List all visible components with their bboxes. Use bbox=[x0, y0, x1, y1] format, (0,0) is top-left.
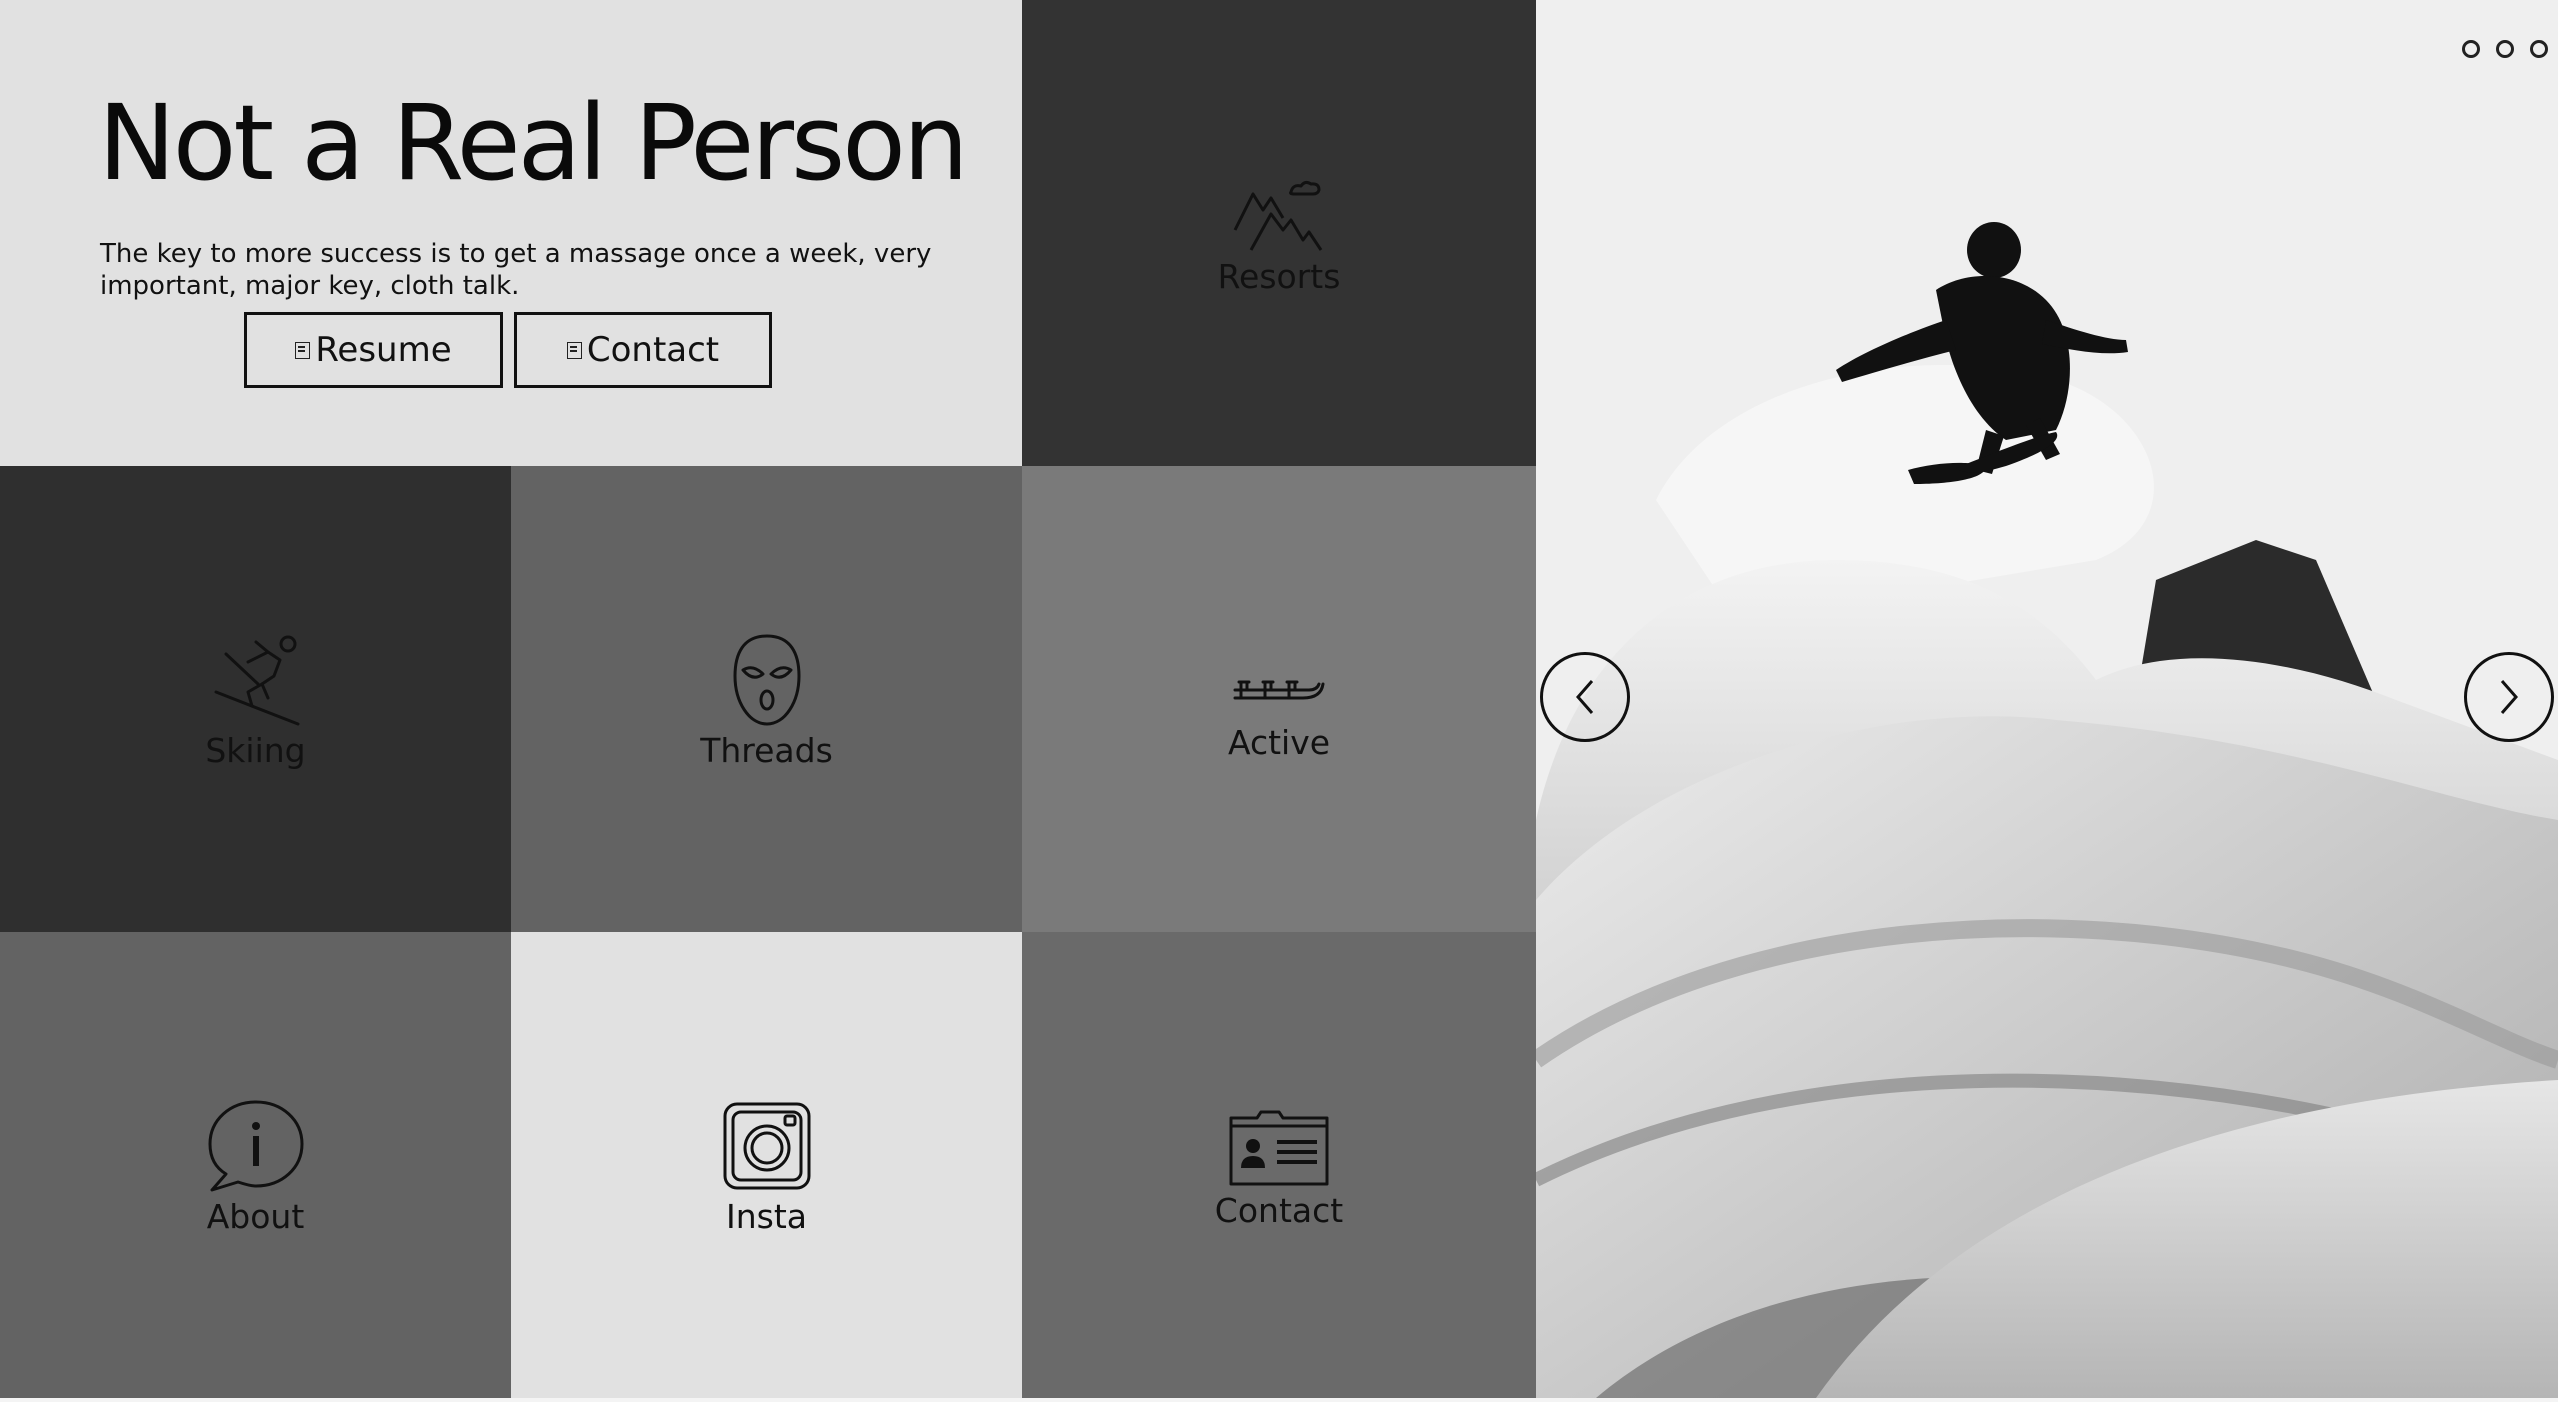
tile-threads-label: Threads bbox=[700, 730, 833, 770]
tile-contact-label: Contact bbox=[1214, 1190, 1344, 1230]
contact-button-label: Contact bbox=[586, 330, 720, 370]
tile-threads[interactable]: Threads bbox=[511, 466, 1022, 932]
slide-dot-1[interactable] bbox=[2462, 40, 2480, 58]
tagline: The key to more success is to get a mass… bbox=[100, 239, 932, 301]
document-icon bbox=[295, 341, 311, 359]
tile-active-label: Active bbox=[1227, 722, 1331, 762]
tile-skiing-label: Skiing bbox=[205, 730, 306, 770]
contact-button[interactable]: Contact bbox=[514, 312, 772, 388]
resume-button[interactable]: Resume bbox=[244, 312, 503, 388]
mountains-icon bbox=[1233, 180, 1323, 251]
page-title: Not a Real Person bbox=[98, 82, 969, 204]
prev-slide-button[interactable] bbox=[1540, 652, 1630, 742]
page-footer-edge bbox=[0, 1398, 2558, 1402]
tile-insta[interactable]: Insta bbox=[511, 932, 1022, 1398]
resume-button-label: Resume bbox=[315, 330, 452, 370]
image-slider bbox=[1536, 0, 2558, 1398]
tile-resorts[interactable]: Resorts bbox=[1022, 0, 1536, 466]
info-bubble-icon bbox=[208, 1100, 303, 1191]
tile-contact[interactable]: Contact bbox=[1022, 932, 1536, 1398]
contact-card-icon bbox=[1229, 1110, 1329, 1185]
skier-icon bbox=[214, 635, 299, 725]
tile-about-label: About bbox=[206, 1196, 305, 1236]
tile-insta-label: Insta bbox=[725, 1196, 807, 1236]
instagram-icon bbox=[723, 1102, 810, 1189]
chevron-left-icon bbox=[1576, 680, 1594, 714]
chevron-right-icon bbox=[2500, 680, 2518, 714]
slide-dot-3[interactable] bbox=[2530, 40, 2548, 58]
ski-mask-icon bbox=[733, 634, 800, 725]
slide-photo bbox=[1536, 0, 2558, 1398]
tile-resorts-label: Resorts bbox=[1217, 256, 1341, 296]
tile-about[interactable]: About bbox=[0, 932, 511, 1398]
sled-icon bbox=[1233, 680, 1325, 699]
intro-panel: Not a Real Person The key to more succes… bbox=[0, 0, 1022, 466]
next-slide-button[interactable] bbox=[2464, 652, 2554, 742]
slide-dot-2[interactable] bbox=[2496, 40, 2514, 58]
contact-icon bbox=[566, 341, 582, 359]
tile-active[interactable]: Active bbox=[1022, 466, 1536, 932]
tile-skiing[interactable]: Skiing bbox=[0, 466, 511, 932]
